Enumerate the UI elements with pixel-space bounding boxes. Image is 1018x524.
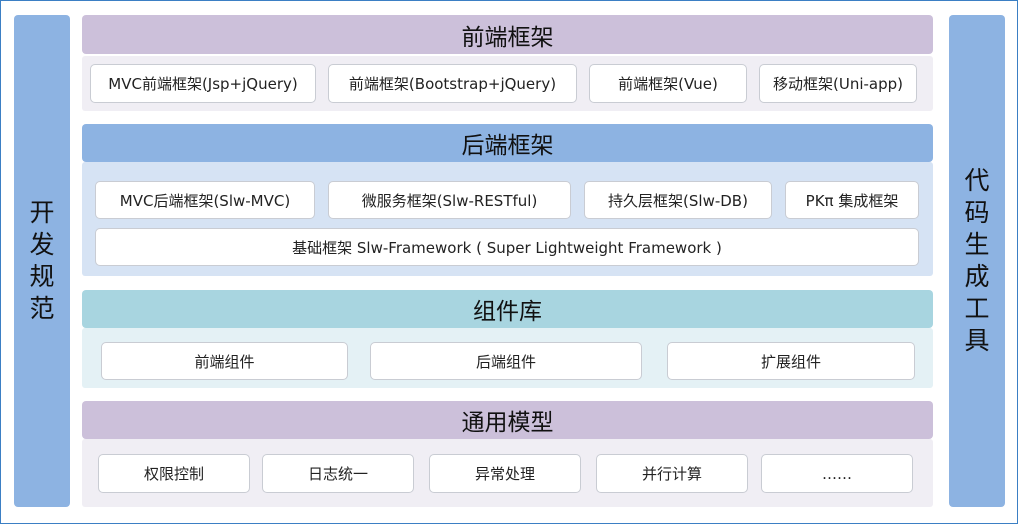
frontend-title: 前端框架 <box>82 15 933 54</box>
backend-panel: MVC后端框架(Slw-MVC) 微服务框架(Slw-RESTful) 持久层框… <box>82 162 933 276</box>
common-model-section: 通用模型 权限控制 日志统一 异常处理 并行计算 …… <box>82 401 933 507</box>
diagram-frame: 开发规范 代码生成工具 前端框架 MVC前端框架(Jsp+jQuery) 前端框… <box>0 0 1018 524</box>
codegen-tool-label: 代码生成工具 <box>964 166 990 355</box>
common-model-title: 通用模型 <box>82 401 933 439</box>
dev-standards-bar: 开发规范 <box>14 15 70 507</box>
frontend-item-vue: 前端框架(Vue) <box>589 64 747 103</box>
frontend-panel: MVC前端框架(Jsp+jQuery) 前端框架(Bootstrap+jQuer… <box>82 56 933 111</box>
component-item-backend: 后端组件 <box>370 342 642 380</box>
common-model-panel: 权限控制 日志统一 异常处理 并行计算 …… <box>82 439 933 507</box>
frontend-item-mvc: MVC前端框架(Jsp+jQuery) <box>90 64 316 103</box>
common-item-exception: 异常处理 <box>429 454 581 493</box>
components-title: 组件库 <box>82 290 933 328</box>
backend-title: 后端框架 <box>82 124 933 162</box>
common-item-parallel: 并行计算 <box>596 454 748 493</box>
components-section: 组件库 前端组件 后端组件 扩展组件 <box>82 290 933 388</box>
backend-item-db: 持久层框架(Slw-DB) <box>584 181 772 219</box>
backend-item-restful: 微服务框架(Slw-RESTful) <box>328 181 571 219</box>
frontend-item-bootstrap: 前端框架(Bootstrap+jQuery) <box>328 64 577 103</box>
component-item-frontend: 前端组件 <box>101 342 348 380</box>
frontend-section: 前端框架 MVC前端框架(Jsp+jQuery) 前端框架(Bootstrap+… <box>82 15 933 111</box>
backend-item-pk: PKπ 集成框架 <box>785 181 919 219</box>
common-item-more: …… <box>761 454 913 493</box>
common-item-logging: 日志统一 <box>262 454 414 493</box>
codegen-tool-bar: 代码生成工具 <box>949 15 1005 507</box>
components-panel: 前端组件 后端组件 扩展组件 <box>82 328 933 388</box>
backend-base-framework: 基础框架 Slw-Framework ( Super Lightweight F… <box>95 228 919 266</box>
backend-section: 后端框架 MVC后端框架(Slw-MVC) 微服务框架(Slw-RESTful)… <box>82 124 933 276</box>
common-item-permission: 权限控制 <box>98 454 250 493</box>
component-item-extension: 扩展组件 <box>667 342 915 380</box>
backend-item-mvc: MVC后端框架(Slw-MVC) <box>95 181 315 219</box>
frontend-item-uniapp: 移动框架(Uni-app) <box>759 64 917 103</box>
dev-standards-label: 开发规范 <box>29 198 55 323</box>
